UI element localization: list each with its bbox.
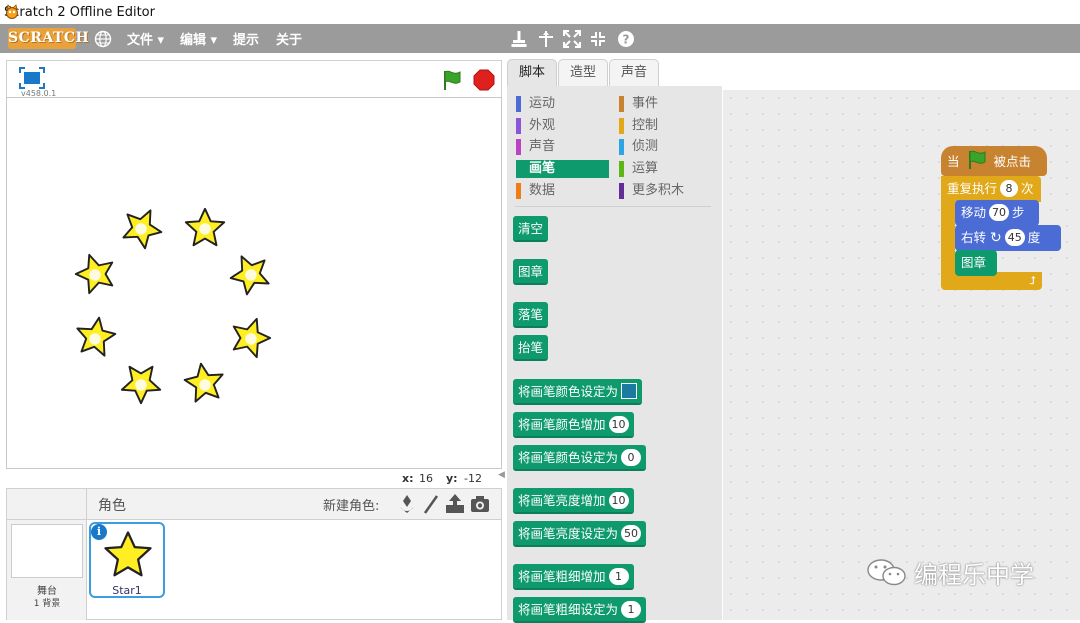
- tab-costumes[interactable]: 造型: [558, 59, 608, 87]
- script-move-steps[interactable]: 移动 70 步: [955, 200, 1039, 226]
- fullscreen-icon[interactable]: [19, 67, 45, 89]
- language-globe-icon[interactable]: [94, 30, 112, 48]
- new-sprite-label: 新建角色:: [323, 499, 380, 514]
- stage-star-stamp: [120, 365, 161, 404]
- category-sensing[interactable]: 侦测: [619, 138, 711, 156]
- category-sound[interactable]: 声音: [516, 138, 608, 156]
- block-palette: 运动 事件 外观 控制 声音 侦测 画笔 运算 数据 更多积木 清空 图章 落笔…: [507, 86, 722, 623]
- mouse-y-value: -12: [464, 472, 482, 485]
- block-pen-down[interactable]: 落笔: [513, 302, 549, 328]
- tab-sounds[interactable]: 声音: [609, 59, 659, 87]
- stage-star-stamp: [183, 362, 224, 403]
- shrink-icon[interactable]: [587, 28, 609, 50]
- palette-separator: [515, 206, 711, 207]
- svg-text:?: ?: [623, 33, 630, 47]
- mouse-x-label: x:: [402, 472, 414, 485]
- stage-star-stamp: [185, 208, 226, 247]
- scratch-cat-icon: [6, 4, 18, 19]
- stage-star-stamp: [232, 318, 271, 359]
- stage-star-stamp: [122, 209, 163, 250]
- script-when-flag-clicked[interactable]: 当 被点击: [941, 146, 1047, 176]
- column-divider: [86, 489, 87, 521]
- stop-sign-icon[interactable]: [473, 69, 495, 91]
- menu-edit[interactable]: 编辑 ▾: [180, 29, 217, 48]
- category-data[interactable]: 数据: [516, 182, 608, 200]
- watermark: 编程乐中学: [866, 556, 1034, 589]
- block-change-pen-shade[interactable]: 将画笔亮度增加 10: [513, 488, 634, 514]
- block-set-pen-shade[interactable]: 将画笔亮度设定为 50: [513, 521, 647, 547]
- stage-header: v458.0.1: [6, 60, 502, 98]
- block-set-pen-color-to-color[interactable]: 将画笔颜色设定为: [513, 379, 643, 405]
- stage-thumbnail[interactable]: [11, 524, 83, 578]
- sprites-header: 角色 新建角色:: [6, 488, 502, 521]
- sprite-name: Star1: [112, 584, 142, 597]
- stage-label: 舞台: [37, 586, 57, 597]
- script-area[interactable]: 当 被点击 重复执行 8 次 ⮥ 移动 70 步 右转 ↻ 45 度 图章: [723, 90, 1080, 620]
- category-control[interactable]: 控制: [619, 117, 711, 135]
- backdrop-count: 1 背景: [33, 599, 61, 609]
- color-swatch[interactable]: [621, 383, 638, 399]
- cut-icon[interactable]: [535, 28, 557, 50]
- block-set-pen-size[interactable]: 将画笔粗细设定为 1: [513, 597, 647, 623]
- sprite-thumbnail-star-icon: [104, 531, 152, 577]
- menu-about[interactable]: 关于: [276, 29, 302, 48]
- duplicate-stamp-icon[interactable]: [508, 28, 530, 50]
- block-change-pen-color[interactable]: 将画笔颜色增加 10: [513, 412, 634, 438]
- loop-arrow-icon: ⮥: [1029, 274, 1037, 287]
- menu-file[interactable]: 文件 ▾: [127, 29, 164, 48]
- grow-icon[interactable]: [561, 28, 583, 50]
- category-looks[interactable]: 外观: [516, 117, 608, 135]
- block-stamp[interactable]: 图章: [513, 259, 549, 285]
- turn-clockwise-icon: ↻: [990, 230, 1002, 246]
- block-clear[interactable]: 清空: [513, 216, 549, 242]
- menu-bar: SCRATCH 文件 ▾ 编辑 ▾ 提示 关于 ?: [0, 24, 1080, 53]
- stage-star-stamp: [75, 253, 114, 294]
- camera-icon[interactable]: [469, 493, 491, 515]
- stage-star-stamp: [76, 316, 117, 357]
- menu-tips[interactable]: 提示: [233, 29, 259, 48]
- block-set-pen-color-to-number[interactable]: 将画笔颜色设定为 0: [513, 445, 647, 471]
- category-more-blocks[interactable]: 更多积木: [619, 182, 711, 200]
- category-operators[interactable]: 运算: [619, 160, 711, 178]
- title-bar: Scratch 2 Offline Editor: [0, 0, 1080, 24]
- stage-star-stamp: [229, 255, 270, 296]
- upload-sprite-icon[interactable]: [444, 493, 466, 515]
- sprite-tile-star1[interactable]: i Star1: [89, 522, 165, 598]
- stage-thumbnail-column[interactable]: 舞台 1 背景: [7, 520, 87, 620]
- script-stamp[interactable]: 图章: [955, 250, 997, 276]
- script-turn-right[interactable]: 右转 ↻ 45 度: [955, 225, 1061, 251]
- watermark-text: 编程乐中学: [914, 560, 1034, 589]
- help-icon[interactable]: ?: [615, 28, 637, 50]
- sprites-label: 角色: [98, 498, 126, 514]
- mouse-y-label: y:: [446, 472, 458, 485]
- category-events[interactable]: 事件: [619, 95, 711, 113]
- repeat-arm: [941, 200, 955, 276]
- green-flag-icon[interactable]: [441, 69, 463, 91]
- repeat-header[interactable]: 重复执行 8 次: [941, 176, 1041, 202]
- window-title: Scratch 2 Offline Editor: [4, 4, 155, 20]
- block-change-pen-size[interactable]: 将画笔粗细增加 1: [513, 564, 634, 590]
- green-flag-icon: [968, 150, 985, 169]
- category-motion[interactable]: 运动: [516, 95, 608, 113]
- scratch-logo[interactable]: SCRATCH: [8, 28, 89, 49]
- stage-canvas[interactable]: [6, 97, 502, 469]
- block-pen-up[interactable]: 抬笔: [513, 335, 549, 361]
- choose-sprite-library-icon[interactable]: [396, 493, 418, 515]
- sprites-list: 舞台 1 背景 i Star1: [6, 520, 502, 620]
- category-pen[interactable]: 画笔: [516, 160, 609, 178]
- tab-scripts[interactable]: 脚本: [507, 59, 557, 87]
- mouse-x-value: 16: [419, 472, 433, 485]
- wechat-icon: [867, 559, 906, 586]
- paint-sprite-icon[interactable]: [420, 493, 442, 515]
